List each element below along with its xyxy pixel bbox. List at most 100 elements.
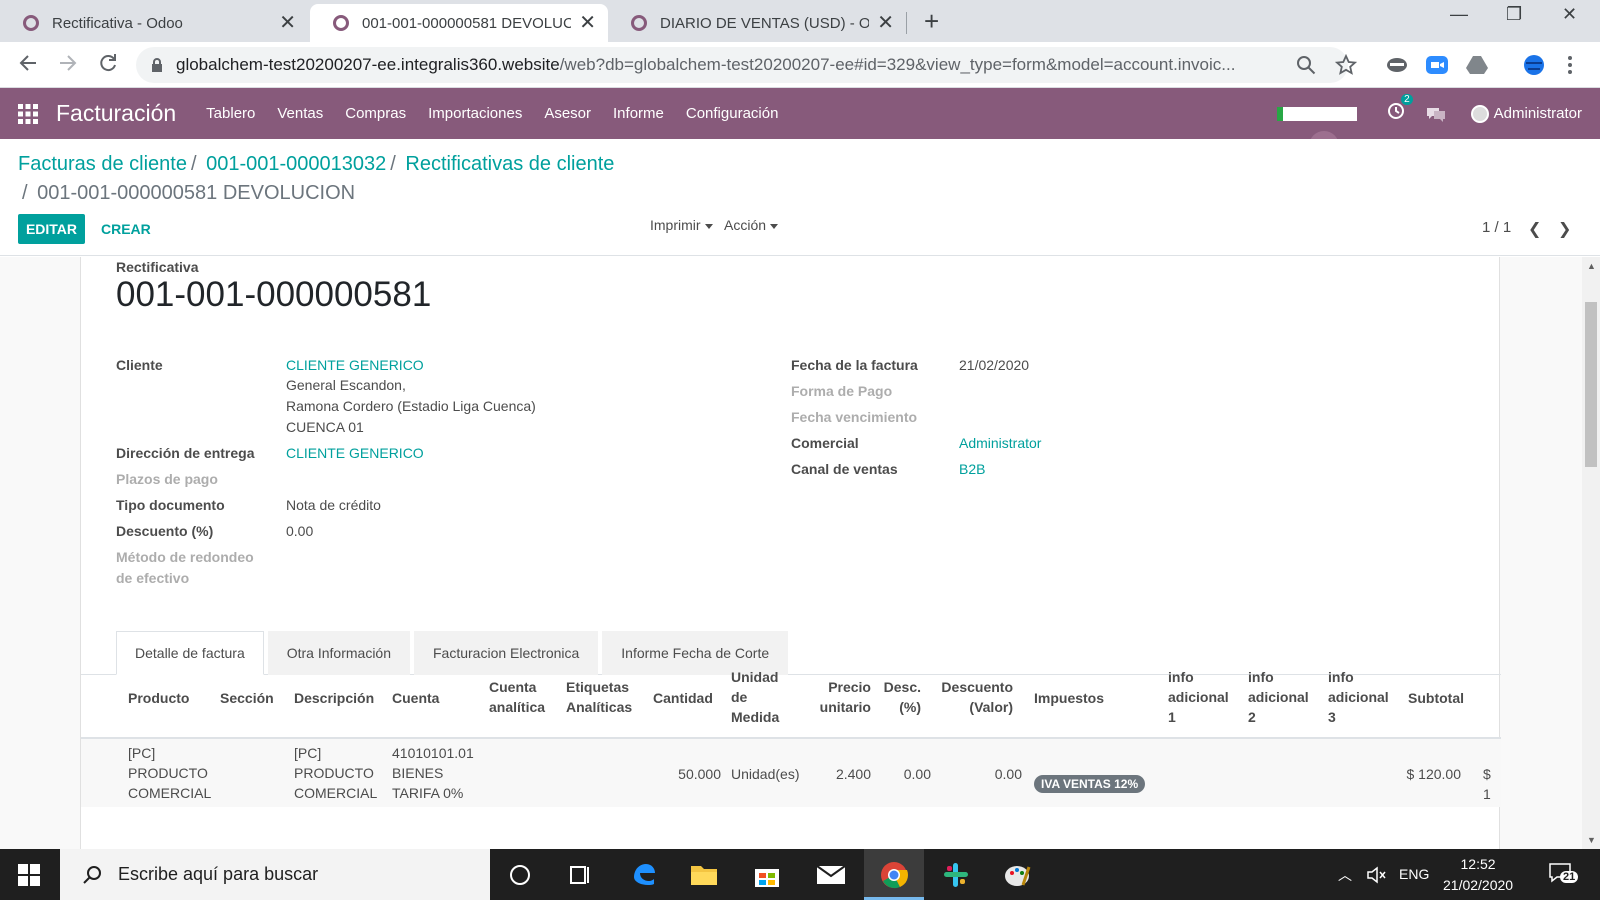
task-view-icon[interactable]: [568, 863, 592, 887]
minimize-icon[interactable]: —: [1450, 4, 1468, 25]
scroll-up-icon[interactable]: ▲: [1587, 261, 1596, 271]
scroll-down-icon[interactable]: ▼: [1587, 835, 1596, 845]
app-brand[interactable]: Facturación: [56, 100, 176, 127]
drive-icon[interactable]: [1465, 53, 1489, 77]
volume-muted-icon[interactable]: [1366, 865, 1386, 885]
activity-button[interactable]: 2: [1387, 94, 1413, 125]
edge-icon[interactable]: [630, 861, 658, 889]
clock-icon: [1387, 103, 1404, 119]
col-producto[interactable]: Producto: [128, 688, 189, 708]
tax-tag: IVA VENTAS 12%: [1034, 775, 1146, 793]
menu-tablero[interactable]: Tablero: [206, 105, 255, 122]
zoom-meeting-icon[interactable]: [1425, 53, 1449, 77]
back-icon[interactable]: [16, 51, 40, 75]
star-icon[interactable]: [1335, 54, 1357, 76]
tipo-label: Tipo documento: [116, 497, 225, 513]
reload-icon[interactable]: [96, 51, 120, 75]
create-button[interactable]: CREAR: [101, 221, 151, 237]
menu-importaciones[interactable]: Importaciones: [428, 105, 522, 122]
menu-informe[interactable]: Informe: [613, 105, 664, 122]
store-icon[interactable]: [753, 861, 781, 889]
col-precio[interactable]: Precio unitario: [811, 677, 871, 717]
file-explorer-icon[interactable]: [690, 863, 718, 887]
breadcrumb-invoice[interactable]: 001-001-000013032: [206, 153, 386, 175]
restore-icon[interactable]: ❐: [1506, 4, 1522, 25]
pager-value[interactable]: 1 / 1: [1482, 219, 1511, 236]
tab-facturacion-electronica[interactable]: Facturacion Electronica: [414, 631, 599, 675]
extension-mask-icon[interactable]: [1385, 53, 1409, 77]
col-info3[interactable]: info adicional 3: [1328, 667, 1389, 727]
close-tab-icon[interactable]: ✕: [579, 13, 596, 33]
cell-subtotal: $ 120.00: [1406, 766, 1462, 782]
form-sheet: Rectificativa 001-001-000000581 Cliente …: [80, 257, 1501, 849]
kebab-menu-icon[interactable]: [1565, 53, 1575, 77]
tab-otra-info[interactable]: Otra Información: [267, 631, 410, 675]
notifications-button[interactable]: 21: [1548, 861, 1579, 888]
menu-compras[interactable]: Compras: [345, 105, 406, 122]
forma-pago-label: Forma de Pago: [791, 383, 893, 399]
tab-detalle[interactable]: Detalle de factura: [116, 631, 264, 675]
form-tabs: Detalle de factura Otra Información Fact…: [116, 631, 792, 675]
browser-tab-3[interactable]: DIARIO DE VENTAS (USD) - Odo ✕: [608, 4, 906, 42]
col-unidad[interactable]: Unidad de Medida: [731, 667, 779, 727]
url-field[interactable]: globalchem-test20200207-ee.integralis360…: [136, 47, 1348, 83]
slack-icon[interactable]: [942, 861, 970, 889]
col-desc[interactable]: Desc. (%): [881, 677, 921, 717]
cortana-icon[interactable]: [508, 863, 532, 887]
pager-previous-icon[interactable]: ❮: [1528, 219, 1541, 239]
menu-ventas[interactable]: Ventas: [277, 105, 323, 122]
doc-type: Rectificativa: [116, 259, 199, 275]
chrome-icon[interactable]: [879, 860, 909, 890]
browser-tab-1[interactable]: Rectificativa - Odoo ✕: [0, 4, 308, 42]
comercial-link[interactable]: Administrator: [959, 435, 1041, 451]
canal-link[interactable]: B2B: [959, 461, 985, 477]
col-cantidad[interactable]: Cantidad: [653, 688, 713, 708]
clock[interactable]: 12:52 21/02/2020: [1443, 854, 1513, 896]
progress-widget[interactable]: [1276, 106, 1357, 121]
col-cuenta-analitica[interactable]: Cuenta analítica: [489, 677, 545, 717]
print-dropdown[interactable]: Imprimir: [650, 217, 713, 233]
language-indicator[interactable]: ENG: [1399, 866, 1429, 882]
mail-icon[interactable]: [816, 863, 846, 885]
forward-icon[interactable]: [56, 51, 80, 75]
tray-chevron-icon[interactable]: ︿: [1338, 865, 1352, 885]
taskbar-search[interactable]: Escribe aquí para buscar: [60, 849, 490, 900]
col-etiquetas[interactable]: Etiquetas Analíticas: [566, 677, 632, 717]
chat-icon[interactable]: [1425, 105, 1447, 123]
browser-tab-2[interactable]: 001-001-000000581 DEVOLUCIO ✕: [310, 4, 608, 42]
col-info2[interactable]: info adicional 2: [1248, 667, 1309, 727]
menu-configuracion[interactable]: Configuración: [686, 105, 779, 122]
scroll-thumb[interactable]: [1585, 302, 1597, 467]
vencimiento-label: Fecha vencimiento: [791, 409, 918, 425]
extension-world-icon[interactable]: [1520, 53, 1548, 77]
edit-button[interactable]: EDITAR: [18, 214, 85, 244]
address-line: General Escandon,: [286, 377, 406, 393]
col-descuento-valor[interactable]: Descuento (Valor): [931, 677, 1013, 717]
close-tab-icon[interactable]: ✕: [279, 13, 296, 33]
entrega-link[interactable]: CLIENTE GENERICO: [286, 445, 424, 461]
apps-grid-icon[interactable]: [18, 103, 38, 124]
windows-start-icon[interactable]: [18, 864, 40, 886]
cliente-link[interactable]: CLIENTE GENERICO: [286, 357, 424, 373]
pager-next-icon[interactable]: ❯: [1558, 219, 1571, 239]
odoo-navbar: Facturación Tablero Ventas Compras Impor…: [0, 88, 1600, 139]
col-cuenta[interactable]: Cuenta: [392, 688, 439, 708]
col-seccion[interactable]: Sección: [220, 688, 274, 708]
user-menu[interactable]: Administrator: [1470, 104, 1582, 123]
scrollbar[interactable]: ▲ ▼: [1582, 257, 1600, 849]
action-dropdown[interactable]: Acción: [724, 217, 778, 233]
close-tab-icon[interactable]: ✕: [877, 13, 894, 33]
menu-asesor[interactable]: Asesor: [544, 105, 591, 122]
search-placeholder: Escribe aquí para buscar: [118, 864, 319, 884]
paint-icon[interactable]: [1003, 861, 1031, 889]
col-impuestos[interactable]: Impuestos: [1034, 688, 1104, 708]
new-tab-icon[interactable]: +: [924, 6, 939, 37]
zoom-icon[interactable]: [1295, 54, 1317, 76]
col-descripcion[interactable]: Descripción: [294, 688, 374, 708]
breadcrumb-rectificativas[interactable]: Rectificativas de cliente: [405, 153, 614, 175]
col-info1[interactable]: info adicional 1: [1168, 667, 1229, 727]
breadcrumb-facturas[interactable]: Facturas de cliente: [18, 153, 187, 175]
col-subtotal[interactable]: Subtotal: [1408, 688, 1464, 708]
lock-icon: [152, 58, 162, 72]
close-window-icon[interactable]: ✕: [1562, 4, 1577, 25]
